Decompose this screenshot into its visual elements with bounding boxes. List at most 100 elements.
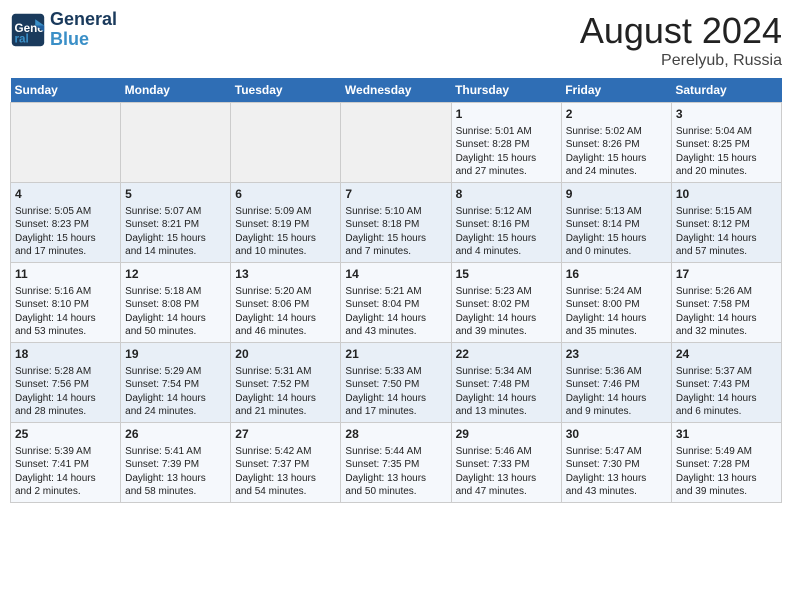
calendar-cell: 6Sunrise: 5:09 AM Sunset: 8:19 PM Daylig… (231, 183, 341, 263)
day-info: Sunrise: 5:41 AM Sunset: 7:39 PM Dayligh… (125, 445, 226, 499)
calendar-cell: 4Sunrise: 5:05 AM Sunset: 8:23 PM Daylig… (11, 183, 121, 263)
calendar-cell: 1 Sunrise: 5:01 AM Sunset: 8:28 PM Daylig… (451, 103, 561, 183)
day-info: Sunrise: 5:02 AM Sunset: 8:26 PM Dayligh… (566, 125, 667, 179)
calendar-cell: 2 Sunrise: 5:02 AM Sunset: 8:26 PM Daylig… (561, 103, 671, 183)
calendar-week-row-1: 1 Sunrise: 5:01 AM Sunset: 8:28 PM Daylig… (11, 103, 782, 183)
day-info: Sunrise: 5:01 AM Sunset: 8:28 PM Dayligh… (456, 125, 557, 179)
calendar-cell: 30 Sunrise: 5:47 AM Sunset: 7:30 PM Dayli… (561, 423, 671, 503)
day-info: Sunrise: 5:34 AM Sunset: 7:48 PM Dayligh… (456, 365, 557, 419)
calendar-cell (231, 103, 341, 183)
day-number: 29 (456, 426, 557, 443)
calendar-cell: 13Sunrise: 5:20 AM Sunset: 8:06 PM Dayli… (231, 263, 341, 343)
day-number: 17 (676, 266, 777, 283)
calendar-cell: 24Sunrise: 5:37 AM Sunset: 7:43 PM Dayli… (671, 343, 781, 423)
day-number: 10 (676, 186, 777, 203)
calendar-cell: 26 Sunrise: 5:41 AM Sunset: 7:39 PM Dayli… (121, 423, 231, 503)
day-number: 30 (566, 426, 667, 443)
logo: Gene ral General Blue (10, 10, 117, 50)
calendar-cell: 28 Sunrise: 5:44 AM Sunset: 7:35 PM Dayli… (341, 423, 451, 503)
header-day-thursday: Thursday (451, 78, 561, 103)
header-day-wednesday: Wednesday (341, 78, 451, 103)
calendar-cell: 16 Sunrise: 5:24 AM Sunset: 8:00 PM Dayli… (561, 263, 671, 343)
calendar-cell: 12 Sunrise: 5:18 AM Sunset: 8:08 PM Dayli… (121, 263, 231, 343)
day-number: 31 (676, 426, 777, 443)
day-number: 12 (125, 266, 226, 283)
calendar-cell: 21Sunrise: 5:33 AM Sunset: 7:50 PM Dayli… (341, 343, 451, 423)
day-info: Sunrise: 5:04 AM Sunset: 8:25 PM Dayligh… (676, 125, 777, 179)
day-number: 20 (235, 346, 336, 363)
day-number: 2 (566, 106, 667, 123)
calendar-cell: 9 Sunrise: 5:13 AM Sunset: 8:14 PM Daylig… (561, 183, 671, 263)
day-number: 18 (15, 346, 116, 363)
day-number: 3 (676, 106, 777, 123)
calendar-week-row-4: 18 Sunrise: 5:28 AM Sunset: 7:56 PM Dayli… (11, 343, 782, 423)
day-info: Sunrise: 5:28 AM Sunset: 7:56 PM Dayligh… (15, 365, 116, 419)
calendar-cell: 17Sunrise: 5:26 AM Sunset: 7:58 PM Dayli… (671, 263, 781, 343)
day-number: 23 (566, 346, 667, 363)
day-info: Sunrise: 5:12 AM Sunset: 8:16 PM Dayligh… (456, 205, 557, 259)
day-info: Sunrise: 5:39 AM Sunset: 7:41 PM Dayligh… (15, 445, 116, 499)
calendar-cell: 31 Sunrise: 5:49 AM Sunset: 7:28 PM Dayli… (671, 423, 781, 503)
day-number: 21 (345, 346, 446, 363)
day-number: 16 (566, 266, 667, 283)
calendar-cell: 20 Sunrise: 5:31 AM Sunset: 7:52 PM Dayli… (231, 343, 341, 423)
day-number: 19 (125, 346, 226, 363)
logo-text-line2: Blue (50, 30, 117, 50)
day-number: 26 (125, 426, 226, 443)
calendar-cell: 5Sunrise: 5:07 AM Sunset: 8:21 PM Daylig… (121, 183, 231, 263)
calendar-cell: 18 Sunrise: 5:28 AM Sunset: 7:56 PM Dayli… (11, 343, 121, 423)
logo-text-line1: General (50, 10, 117, 30)
header-day-monday: Monday (121, 78, 231, 103)
day-info: Sunrise: 5:49 AM Sunset: 7:28 PM Dayligh… (676, 445, 777, 499)
day-info: Sunrise: 5:44 AM Sunset: 7:35 PM Dayligh… (345, 445, 446, 499)
calendar-table: SundayMondayTuesdayWednesdayThursdayFrid… (10, 78, 782, 503)
page-header: Gene ral General Blue August 2024 Perely… (10, 10, 782, 70)
day-number: 28 (345, 426, 446, 443)
calendar-cell: 14 Sunrise: 5:21 AM Sunset: 8:04 PM Dayli… (341, 263, 451, 343)
day-number: 27 (235, 426, 336, 443)
calendar-cell (11, 103, 121, 183)
day-number: 8 (456, 186, 557, 203)
day-number: 11 (15, 266, 116, 283)
day-number: 22 (456, 346, 557, 363)
day-info: Sunrise: 5:16 AM Sunset: 8:10 PM Dayligh… (15, 285, 116, 339)
calendar-cell: 15Sunrise: 5:23 AM Sunset: 8:02 PM Dayli… (451, 263, 561, 343)
day-info: Sunrise: 5:18 AM Sunset: 8:08 PM Dayligh… (125, 285, 226, 339)
day-info: Sunrise: 5:13 AM Sunset: 8:14 PM Dayligh… (566, 205, 667, 259)
calendar-cell: 27 Sunrise: 5:42 AM Sunset: 7:37 PM Dayli… (231, 423, 341, 503)
day-info: Sunrise: 5:29 AM Sunset: 7:54 PM Dayligh… (125, 365, 226, 419)
calendar-cell: 29Sunrise: 5:46 AM Sunset: 7:33 PM Dayli… (451, 423, 561, 503)
day-number: 14 (345, 266, 446, 283)
calendar-cell: 7Sunrise: 5:10 AM Sunset: 8:18 PM Daylig… (341, 183, 451, 263)
day-info: Sunrise: 5:24 AM Sunset: 8:00 PM Dayligh… (566, 285, 667, 339)
calendar-cell: 19 Sunrise: 5:29 AM Sunset: 7:54 PM Dayli… (121, 343, 231, 423)
calendar-header-row: SundayMondayTuesdayWednesdayThursdayFrid… (11, 78, 782, 103)
header-day-saturday: Saturday (671, 78, 781, 103)
day-info: Sunrise: 5:20 AM Sunset: 8:06 PM Dayligh… (235, 285, 336, 339)
calendar-sub-title: Perelyub, Russia (580, 52, 782, 70)
day-number: 6 (235, 186, 336, 203)
day-info: Sunrise: 5:37 AM Sunset: 7:43 PM Dayligh… (676, 365, 777, 419)
calendar-main-title: August 2024 (580, 10, 782, 52)
header-day-tuesday: Tuesday (231, 78, 341, 103)
calendar-cell: 10 Sunrise: 5:15 AM Sunset: 8:12 PM Dayli… (671, 183, 781, 263)
calendar-week-row-2: 4Sunrise: 5:05 AM Sunset: 8:23 PM Daylig… (11, 183, 782, 263)
day-info: Sunrise: 5:47 AM Sunset: 7:30 PM Dayligh… (566, 445, 667, 499)
header-day-sunday: Sunday (11, 78, 121, 103)
day-info: Sunrise: 5:31 AM Sunset: 7:52 PM Dayligh… (235, 365, 336, 419)
calendar-cell: 3 Sunrise: 5:04 AM Sunset: 8:25 PM Daylig… (671, 103, 781, 183)
calendar-cell: 22 Sunrise: 5:34 AM Sunset: 7:48 PM Dayli… (451, 343, 561, 423)
calendar-cell (121, 103, 231, 183)
day-info: Sunrise: 5:23 AM Sunset: 8:02 PM Dayligh… (456, 285, 557, 339)
calendar-cell: 8 Sunrise: 5:12 AM Sunset: 8:16 PM Daylig… (451, 183, 561, 263)
calendar-week-row-5: 25 Sunrise: 5:39 AM Sunset: 7:41 PM Dayli… (11, 423, 782, 503)
logo-icon: Gene ral (10, 12, 46, 48)
calendar-cell: 11 Sunrise: 5:16 AM Sunset: 8:10 PM Dayli… (11, 263, 121, 343)
day-info: Sunrise: 5:42 AM Sunset: 7:37 PM Dayligh… (235, 445, 336, 499)
day-number: 1 (456, 106, 557, 123)
day-info: Sunrise: 5:21 AM Sunset: 8:04 PM Dayligh… (345, 285, 446, 339)
day-info: Sunrise: 5:15 AM Sunset: 8:12 PM Dayligh… (676, 205, 777, 259)
day-info: Sunrise: 5:36 AM Sunset: 7:46 PM Dayligh… (566, 365, 667, 419)
day-number: 9 (566, 186, 667, 203)
day-number: 25 (15, 426, 116, 443)
